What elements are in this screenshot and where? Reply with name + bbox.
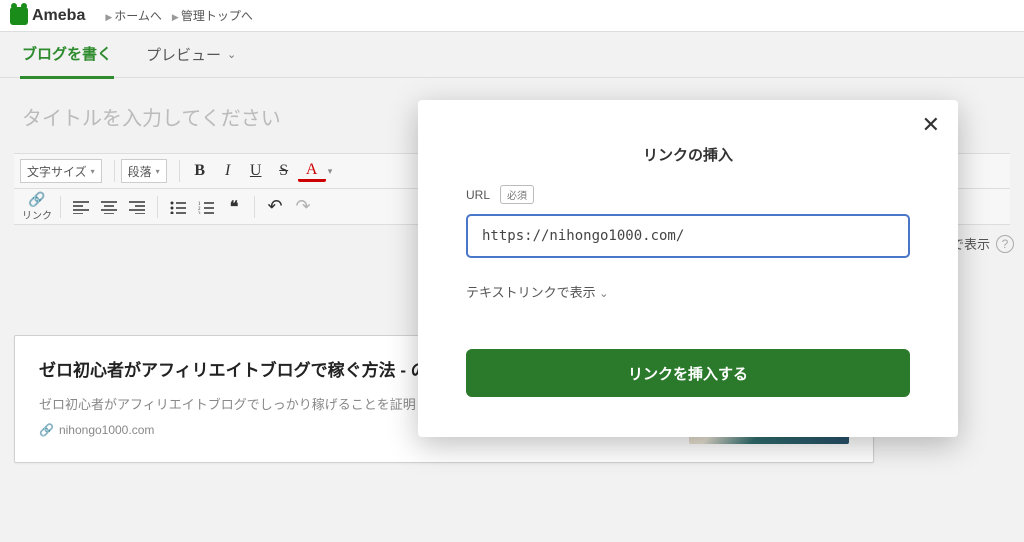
undo-button[interactable]: ↶ (261, 193, 289, 221)
blockquote-button[interactable]: ❝ (220, 193, 248, 221)
url-label: URL (466, 188, 490, 202)
required-badge: 必須 (500, 185, 534, 204)
display-as-text-link-toggle[interactable]: テキストリンクで表示 ⌄ (466, 282, 910, 301)
tab-write[interactable]: ブログを書く (20, 31, 114, 79)
editor-tabs: ブログを書く プレビュー ⌄ (0, 32, 1024, 78)
svg-text:3: 3 (198, 212, 201, 214)
brand-name: Ameba (32, 7, 85, 25)
nav-admin-link[interactable]: 管理トップへ (172, 7, 253, 24)
url-label-row: URL 必須 (466, 185, 910, 204)
url-input[interactable] (466, 214, 910, 258)
help-icon[interactable]: ? (996, 235, 1014, 253)
insert-link-button[interactable]: リンクを挿入する (466, 349, 910, 397)
tab-preview-label: プレビュー (146, 44, 221, 65)
bold-button[interactable]: B (186, 157, 214, 185)
tab-preview[interactable]: プレビュー ⌄ (144, 32, 238, 77)
underline-button[interactable]: U (242, 157, 270, 185)
ordered-list-button[interactable]: 123 (192, 193, 220, 221)
paragraph-select[interactable]: 段落▾ (121, 159, 167, 183)
align-right-button[interactable] (123, 193, 151, 221)
link-icon: 🔗 (28, 192, 45, 206)
nav-home-link[interactable]: ホームへ (105, 7, 162, 24)
insert-link-modal: ✕ リンクの挿入 URL 必須 テキストリンクで表示 ⌄ リンクを挿入する (418, 100, 958, 437)
link-icon: 🔗 (39, 423, 54, 437)
chevron-down-icon: ⌄ (227, 48, 236, 61)
italic-button[interactable]: I (214, 157, 242, 185)
text-color-button[interactable]: A (298, 160, 326, 182)
app-header: Ameba ホームへ 管理トップへ (0, 0, 1024, 32)
close-button[interactable]: ✕ (922, 114, 940, 136)
align-left-button[interactable] (67, 193, 95, 221)
redo-button[interactable]: ↷ (289, 193, 317, 221)
font-size-select[interactable]: 文字サイズ▾ (20, 159, 102, 183)
close-icon: ✕ (922, 112, 940, 137)
ameba-icon (10, 7, 28, 25)
unordered-list-button[interactable] (164, 193, 192, 221)
brand-logo[interactable]: Ameba (10, 7, 85, 25)
chevron-down-icon: ⌄ (599, 288, 608, 300)
align-center-button[interactable] (95, 193, 123, 221)
modal-title: リンクの挿入 (466, 144, 910, 165)
strike-button[interactable]: S (270, 157, 298, 185)
insert-link-button[interactable]: 🔗 リンク (20, 193, 54, 221)
